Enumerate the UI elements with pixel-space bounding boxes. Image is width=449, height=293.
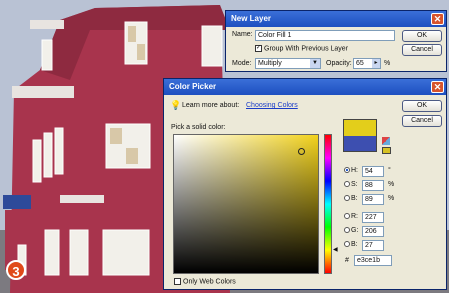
s-unit: % bbox=[388, 181, 395, 188]
learn-more-label: Learn more about: bbox=[182, 102, 240, 109]
color-picker-ok-button[interactable]: OK bbox=[402, 100, 442, 112]
saturation-row[interactable]: S: bbox=[344, 181, 358, 188]
green-input[interactable]: 206 bbox=[362, 226, 384, 237]
brightness-row[interactable]: B: bbox=[344, 195, 358, 202]
new-color-swatch bbox=[343, 119, 377, 136]
gamut-swatch[interactable] bbox=[382, 147, 391, 154]
hue-row[interactable]: H: bbox=[344, 167, 358, 174]
red-input[interactable]: 227 bbox=[362, 212, 384, 223]
chevron-right-icon[interactable]: ▸ bbox=[372, 59, 380, 68]
blue-row[interactable]: B: bbox=[344, 241, 358, 248]
current-color-swatch[interactable] bbox=[343, 136, 377, 152]
red-row[interactable]: R: bbox=[344, 213, 358, 220]
hex-label: # bbox=[345, 257, 349, 264]
name-label: Name: bbox=[232, 31, 253, 38]
step-number-badge: 3 bbox=[6, 260, 26, 280]
brightness-input[interactable]: 89 bbox=[362, 194, 384, 205]
h-label: H: bbox=[351, 167, 358, 174]
new-layer-titlebar[interactable]: New Layer ✕ bbox=[226, 11, 446, 27]
blue-radio[interactable] bbox=[344, 241, 350, 248]
h-unit: ° bbox=[388, 167, 391, 174]
g-label: G: bbox=[351, 227, 359, 234]
choosing-colors-link[interactable]: Choosing Colors bbox=[246, 102, 298, 109]
hue-slider[interactable] bbox=[324, 134, 332, 274]
color-picker-dialog: Color Picker ✕ 💡 Learn more about: Choos… bbox=[163, 78, 447, 290]
mode-label: Mode: bbox=[232, 60, 252, 67]
opacity-input[interactable]: 65 ▸ bbox=[353, 58, 381, 69]
opacity-value: 65 bbox=[356, 60, 364, 67]
chevron-down-icon: ▼ bbox=[310, 59, 320, 68]
layer-name-input[interactable]: Color Fill 1 bbox=[255, 30, 395, 41]
color-picker-titlebar[interactable]: Color Picker ✕ bbox=[164, 79, 446, 95]
mode-select[interactable]: Multiply ▼ bbox=[255, 58, 321, 69]
saturation-radio[interactable] bbox=[344, 181, 350, 188]
bl-label: B: bbox=[351, 241, 358, 248]
new-layer-ok-button[interactable]: OK bbox=[402, 30, 442, 42]
color-picker-cancel-button[interactable]: Cancel bbox=[402, 115, 442, 127]
opacity-label: Opacity: bbox=[326, 60, 352, 67]
hue-radio[interactable] bbox=[344, 167, 350, 174]
only-web-colors-label: Only Web Colors bbox=[183, 278, 236, 286]
hue-slider-arrow-icon[interactable]: ◀ bbox=[333, 246, 338, 253]
new-layer-dialog: New Layer ✕ Name: Color Fill 1 OK ✓ Group… bbox=[225, 10, 447, 72]
opacity-unit: % bbox=[384, 60, 391, 67]
group-label: Group With Previous Layer bbox=[264, 45, 349, 53]
blue-input[interactable]: 27 bbox=[362, 240, 384, 251]
saturation-input[interactable]: 88 bbox=[362, 180, 384, 191]
b-unit: % bbox=[388, 195, 395, 202]
group-with-previous-row[interactable]: ✓ Group With Previous Layer bbox=[255, 45, 348, 52]
s-label: S: bbox=[351, 181, 358, 188]
color-picker-cursor[interactable] bbox=[298, 148, 305, 155]
group-checkbox[interactable]: ✓ bbox=[255, 45, 262, 52]
green-radio[interactable] bbox=[344, 227, 350, 234]
mode-value: Multiply bbox=[258, 60, 282, 67]
saturation-brightness-field[interactable] bbox=[173, 134, 319, 274]
new-layer-cancel-button[interactable]: Cancel bbox=[402, 44, 442, 56]
r-label: R: bbox=[351, 213, 358, 220]
close-icon[interactable]: ✕ bbox=[431, 81, 444, 93]
hex-input[interactable]: e3ce1b bbox=[354, 255, 392, 266]
red-radio[interactable] bbox=[344, 213, 350, 220]
green-row[interactable]: G: bbox=[344, 227, 358, 234]
brightness-radio[interactable] bbox=[344, 195, 350, 202]
color-picker-title: Color Picker bbox=[169, 82, 217, 91]
out-of-gamut-cube-icon[interactable] bbox=[382, 137, 390, 145]
hue-input[interactable]: 54 bbox=[362, 166, 384, 177]
new-layer-title: New Layer bbox=[231, 14, 272, 23]
close-icon[interactable]: ✕ bbox=[431, 13, 444, 25]
only-web-colors-checkbox[interactable] bbox=[174, 278, 181, 285]
b-label: B: bbox=[351, 195, 358, 202]
only-web-colors-row[interactable]: Only Web Colors bbox=[174, 278, 236, 285]
pick-solid-color-label: Pick a solid color: bbox=[171, 124, 226, 131]
lightbulb-icon: 💡 bbox=[170, 100, 182, 110]
